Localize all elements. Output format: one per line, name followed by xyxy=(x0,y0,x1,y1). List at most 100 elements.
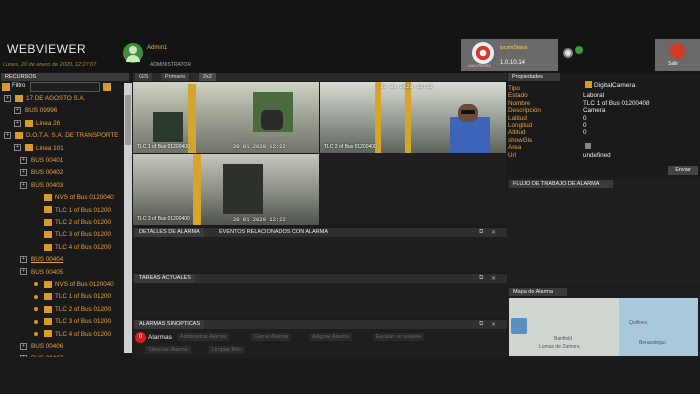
server-name: ipcamStatus xyxy=(500,45,528,51)
cam1-timestamp: 20 01 2020 12:22 xyxy=(233,143,286,150)
line-icon xyxy=(25,119,33,127)
property-key: Area xyxy=(508,144,522,152)
tree-item[interactable]: TLC 3 of Bus 01200 xyxy=(34,316,111,328)
tree-item[interactable]: + D.O.T.A. S.A. DE TRANSPORTE xyxy=(4,130,119,142)
expand-toggle-icon[interactable]: + xyxy=(4,132,11,140)
tree-item[interactable]: + BUS 00401 xyxy=(20,155,63,167)
tree-item[interactable]: TLC 2 of Bus 01200 xyxy=(34,304,111,316)
showgis-checkbox[interactable] xyxy=(585,143,591,149)
tab-current-tasks[interactable]: TAREAS ACTUALES xyxy=(135,274,195,283)
tree-item[interactable]: NVS of Bus 0120040 xyxy=(34,192,114,204)
send-button[interactable]: Enviar xyxy=(668,166,698,175)
escalate-button[interactable]: Escalar un volante xyxy=(373,333,425,341)
close-icon[interactable]: ✕ xyxy=(491,321,496,328)
property-key: showGis xyxy=(508,136,533,144)
expand-toggle-icon[interactable]: + xyxy=(14,107,21,115)
tab-alarm-details[interactable]: DETALLES DE ALARMA xyxy=(135,228,204,237)
tab-related-events[interactable]: EVENTOS RELACIONADOS CON ALARMA xyxy=(215,228,333,237)
expand-toggle-icon[interactable]: + xyxy=(14,119,21,127)
cam-icon xyxy=(44,293,52,301)
tree-item[interactable]: + BUS 09996 xyxy=(14,105,57,117)
line-icon xyxy=(25,144,33,152)
maximize-icon[interactable]: ⧉ xyxy=(479,229,483,236)
tree-item-label: TLC 4 of Bus 01200 xyxy=(55,243,112,251)
close-icon[interactable]: ✕ xyxy=(491,229,496,236)
tree-item-label: BUS 09996 xyxy=(25,107,58,115)
tab-synoptic-alarms[interactable]: ALARMAS SINOPTICAS xyxy=(135,320,205,329)
tree-item[interactable]: + BUS 00404 xyxy=(20,254,63,266)
maximize-icon[interactable]: ⧉ xyxy=(479,321,483,328)
close-icon[interactable]: ✕ xyxy=(491,275,496,282)
tab-resources[interactable]: RECURSOS xyxy=(1,73,129,81)
current-tasks-panel: TAREAS ACTUALES ⧉ ✕ xyxy=(133,274,507,318)
tree-item[interactable]: TLC 1 of Bus 01200 xyxy=(34,205,111,217)
settings-gear-icon[interactable] xyxy=(563,48,573,58)
user-avatar-icon[interactable] xyxy=(123,43,143,63)
expand-toggle-icon[interactable]: + xyxy=(20,169,27,177)
tree-item-label: 17 DE AGOSTO S.A. xyxy=(26,95,86,102)
tree-item[interactable]: + BUS 00406 xyxy=(20,341,63,353)
tree-item[interactable]: + BUS 00402 xyxy=(20,167,63,179)
close-alarm-button[interactable]: Cerrar Alarma xyxy=(251,333,292,341)
camera-view-1[interactable]: 20 01 2020 12:22 TLC 1 of Bus 01200400 xyxy=(133,82,319,153)
camera-view-3[interactable]: 20 01 2020 12:22 TLC 3 of Bus 01200400 xyxy=(133,154,319,225)
expand-toggle-icon[interactable]: + xyxy=(14,144,21,152)
tree-scrollbar-thumb[interactable] xyxy=(125,95,131,145)
property-value: 0 xyxy=(583,129,587,137)
clear-filter-button[interactable]: Limpiar filtro xyxy=(209,346,245,354)
nvs-icon xyxy=(44,280,52,288)
tree-item-label: TLC 1 of Bus 01200 xyxy=(55,293,112,301)
tree-item[interactable]: + BUS 00403 xyxy=(20,180,63,192)
tree-item-label: D.O.T.A. S.A. DE TRANSPORTE xyxy=(26,132,119,140)
tree-item[interactable]: TLC 2 of Bus 01200 xyxy=(34,217,111,229)
camera-view-2[interactable]: 20 01 2020 12:22 TLC 2 of Bus 01200400 xyxy=(320,82,506,153)
tree-item-label: BUS 00406 xyxy=(31,343,64,350)
alarm-map[interactable]: Quilmes Banfield Lomas de Zamora Berazat… xyxy=(509,298,698,356)
cam-icon xyxy=(44,305,52,313)
expand-toggle-icon[interactable]: + xyxy=(4,94,11,102)
tab-alarm-map[interactable]: Mapa de Alarma xyxy=(509,288,567,296)
property-key: Descripción xyxy=(508,107,541,115)
tree-item[interactable]: NVS of Bus 0120040 xyxy=(34,279,114,291)
assign-alarm-button[interactable]: Asignar Alarma xyxy=(309,333,353,341)
current-date: Lunes, 20 de enero de 2020, 12:27:07 xyxy=(3,62,97,68)
silence-alarm-button[interactable]: Silenciar Alarma xyxy=(145,346,191,354)
cam-icon xyxy=(44,206,52,214)
server-version: 1.0.10.14 xyxy=(500,60,526,66)
tree-item[interactable]: + BUS 00405 xyxy=(20,267,63,279)
tree-item-label: TLC 2 of Bus 01200 xyxy=(55,219,112,226)
tree-item-label: BUS 00405 xyxy=(31,268,64,276)
expand-all-icon[interactable] xyxy=(2,83,10,91)
filter-label: Filtro xyxy=(12,83,26,89)
manage-alarm-button[interactable]: Administrar Alarma xyxy=(177,333,230,341)
tree-item[interactable]: TLC 3 of Bus 01200 xyxy=(34,229,111,241)
tree-item[interactable]: +17 DE AGOSTO S.A. xyxy=(4,93,85,105)
tree-item[interactable]: TLC 4 of Bus 01200 xyxy=(34,329,111,341)
expand-toggle-icon[interactable]: + xyxy=(20,342,27,350)
tree-item[interactable]: + BUS 00407 xyxy=(20,353,63,357)
tab-alarm-workflow[interactable]: FLUJO DE TRABAJO DE ALARMA xyxy=(509,180,613,188)
expand-toggle-icon[interactable]: + xyxy=(20,156,27,164)
tab-primary[interactable]: Primario xyxy=(161,73,190,81)
maximize-icon[interactable]: ⧉ xyxy=(479,275,483,282)
alarms-label[interactable]: Alarmas xyxy=(148,334,172,341)
tab-properties[interactable]: Propiedades xyxy=(508,73,560,81)
tab-2x2[interactable]: 2x2 xyxy=(199,73,216,81)
status-dot-icon xyxy=(34,319,38,324)
filter-input[interactable] xyxy=(30,82,100,92)
tree-item[interactable]: + Linea 26 xyxy=(14,118,60,130)
tree-item[interactable]: + Linea 101 xyxy=(14,143,64,155)
tree-item[interactable]: TLC 4 of Bus 01200 xyxy=(34,242,111,254)
expand-toggle-icon[interactable]: + xyxy=(20,355,27,357)
tree-item[interactable]: TLC 1 of Bus 01200 xyxy=(34,291,111,303)
collapse-all-icon[interactable] xyxy=(103,83,111,91)
camera-view-4-empty[interactable] xyxy=(320,154,506,225)
tab-gis[interactable]: GIS xyxy=(135,73,153,81)
bottom-bar xyxy=(0,358,700,394)
zoom-search-icon[interactable] xyxy=(511,318,527,334)
tree-item-label: NVS of Bus 0120040 xyxy=(55,281,114,288)
expand-toggle-icon[interactable]: + xyxy=(20,181,27,189)
expand-toggle-icon[interactable]: + xyxy=(20,268,27,276)
expand-toggle-icon[interactable]: + xyxy=(20,256,27,264)
server-logo-icon xyxy=(472,42,494,64)
